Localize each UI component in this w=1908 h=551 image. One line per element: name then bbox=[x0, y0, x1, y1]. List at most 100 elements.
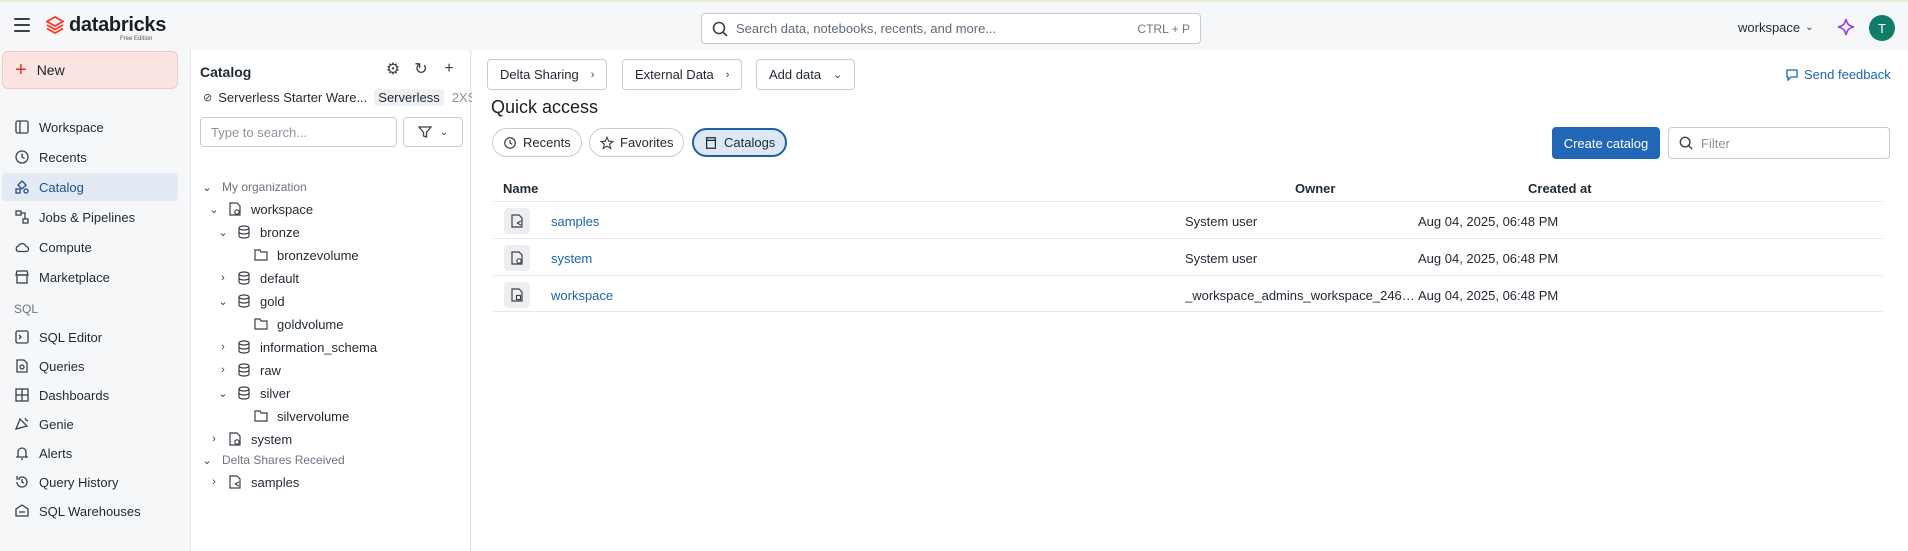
warehouse-type-badge: Serverless bbox=[374, 89, 444, 106]
schema-icon bbox=[238, 363, 250, 377]
sidebar-item-queries[interactable]: Queries bbox=[2, 352, 178, 380]
sidebar-item-marketplace[interactable]: Marketplace bbox=[2, 263, 178, 291]
catalog-name-link[interactable]: system bbox=[551, 251, 592, 266]
search-icon bbox=[712, 21, 728, 37]
schema-icon bbox=[238, 340, 250, 354]
warehouse-icon bbox=[15, 504, 29, 517]
catalog-name-link[interactable]: workspace bbox=[551, 288, 613, 303]
new-button[interactable]: + New bbox=[2, 51, 178, 89]
chevron-right-icon: › bbox=[590, 68, 595, 81]
tab-catalogs[interactable]: Catalogs bbox=[692, 128, 788, 157]
sidebar-item-query-history[interactable]: Query History bbox=[2, 468, 178, 496]
add-icon[interactable]: + bbox=[440, 60, 458, 78]
catalog-icon bbox=[229, 202, 241, 216]
chevron-down-icon: ⌄ bbox=[202, 181, 212, 194]
button-label: Add data bbox=[769, 67, 822, 82]
tree-item-workspace[interactable]: ⌄ workspace bbox=[207, 197, 313, 221]
tree-item-gold[interactable]: ⌄ gold bbox=[216, 289, 284, 313]
tree-label: bronze bbox=[260, 224, 300, 240]
page-title: Quick access bbox=[491, 97, 599, 117]
tab-favorites[interactable]: Favorites bbox=[589, 128, 685, 157]
sidebar-item-sql-warehouses[interactable]: SQL Warehouses bbox=[2, 497, 178, 525]
table-row[interactable]: samples System user Aug 04, 2025, 06:48 … bbox=[493, 201, 1883, 238]
tree-item-default[interactable]: › default bbox=[216, 266, 299, 290]
tree-item-bronze[interactable]: ⌄ bronze bbox=[216, 220, 300, 244]
databricks-logo[interactable]: databricks bbox=[46, 14, 166, 36]
refresh-icon[interactable]: ↻ bbox=[412, 60, 430, 78]
logo-text: databricks bbox=[69, 14, 167, 36]
bell-icon bbox=[15, 447, 29, 460]
tree-item-goldvolume[interactable]: goldvolume bbox=[247, 312, 344, 336]
sidebar-item-label: Dashboards bbox=[39, 387, 110, 403]
sidebar-item-jobs-pipelines[interactable]: Jobs & Pipelines bbox=[2, 203, 178, 231]
menu-icon[interactable] bbox=[14, 18, 30, 32]
tree-label: goldvolume bbox=[277, 316, 344, 332]
column-header-name[interactable]: Name bbox=[503, 181, 538, 196]
sidebar-item-label: Queries bbox=[39, 358, 85, 374]
sidebar-section-sql: SQL bbox=[14, 302, 39, 316]
filter-icon bbox=[417, 126, 432, 138]
delta-sharing-button[interactable]: Delta Sharing › bbox=[487, 59, 608, 90]
filter-input[interactable]: Filter bbox=[1668, 127, 1890, 159]
global-search-input[interactable]: Search data, notebooks, recents, and mor… bbox=[701, 13, 1201, 44]
sidebar-item-sql-editor[interactable]: SQL Editor bbox=[2, 323, 178, 351]
settings-icon[interactable]: ⚙ bbox=[384, 60, 402, 78]
sql-editor-icon bbox=[15, 330, 29, 344]
sidebar-item-recents[interactable]: Recents bbox=[2, 143, 178, 171]
catalog-name-link[interactable]: samples bbox=[551, 214, 599, 229]
sidebar-item-genie[interactable]: Genie bbox=[2, 410, 178, 438]
sidebar-item-compute[interactable]: Compute bbox=[2, 233, 178, 261]
tree-label: My organization bbox=[222, 180, 307, 194]
schema-icon bbox=[238, 386, 250, 400]
tree-label: workspace bbox=[251, 201, 314, 217]
tree-item-bronzevolume[interactable]: bronzevolume bbox=[247, 243, 359, 267]
chevron-right-icon: › bbox=[212, 433, 216, 445]
avatar[interactable]: T bbox=[1869, 15, 1895, 41]
tree-group-my-organization[interactable]: ⌄ My organization bbox=[200, 175, 307, 199]
search-icon bbox=[1679, 136, 1693, 150]
tree-label: information_schema bbox=[260, 339, 378, 355]
feedback-label: Send feedback bbox=[1804, 67, 1891, 82]
chevron-down-icon: ⌄ bbox=[439, 126, 449, 138]
table-header: Name Owner Created at bbox=[503, 177, 1883, 201]
send-feedback-link[interactable]: Send feedback bbox=[1785, 67, 1891, 82]
sidebar-item-catalog[interactable]: Catalog bbox=[2, 173, 178, 201]
table-row[interactable]: workspace _workspace_admins_workspace_24… bbox=[493, 275, 1883, 312]
table-row[interactable]: system System user Aug 04, 2025, 06:48 P… bbox=[493, 238, 1883, 275]
tree-item-samples[interactable]: › samples bbox=[207, 470, 299, 494]
chevron-down-icon: ⌄ bbox=[218, 295, 228, 308]
warehouse-selector[interactable]: ⊘ Serverless Starter Ware... Serverless … bbox=[203, 89, 476, 106]
add-data-button[interactable]: Add data ⌄ bbox=[756, 59, 856, 90]
tree-item-information-schema[interactable]: › information_schema bbox=[216, 335, 377, 359]
chevron-right-icon: › bbox=[212, 476, 216, 488]
tree-item-silvervolume[interactable]: silvervolume bbox=[247, 404, 349, 428]
tree-label: default bbox=[260, 270, 300, 286]
tab-recents[interactable]: Recents bbox=[492, 128, 582, 157]
tree-item-silver[interactable]: ⌄ silver bbox=[216, 381, 290, 405]
tree-search-input[interactable]: Type to search... bbox=[200, 117, 397, 147]
tree-item-raw[interactable]: › raw bbox=[216, 358, 281, 382]
volume-icon bbox=[254, 249, 268, 261]
create-catalog-button[interactable]: Create catalog bbox=[1552, 127, 1660, 159]
tab-label: Catalogs bbox=[724, 135, 776, 150]
assistant-sparkle-icon[interactable] bbox=[1837, 18, 1855, 36]
tree-filter-button[interactable]: ⌄ bbox=[403, 117, 463, 147]
workspace-switcher[interactable]: workspace ⌄ bbox=[1738, 20, 1814, 35]
catalog-icon bbox=[229, 432, 241, 446]
sidebar-item-label: Alerts bbox=[39, 445, 73, 461]
column-header-owner[interactable]: Owner bbox=[1295, 181, 1335, 196]
chevron-down-icon: ⌄ bbox=[209, 203, 219, 216]
tree-label: Delta Shares Received bbox=[222, 453, 345, 467]
sidebar-item-label: Jobs & Pipelines bbox=[39, 209, 136, 225]
catalog-icon bbox=[15, 180, 29, 194]
sidebar-item-dashboards[interactable]: Dashboards bbox=[2, 381, 178, 409]
sidebar-item-workspace[interactable]: Workspace bbox=[2, 113, 178, 141]
external-data-button[interactable]: External Data › bbox=[622, 59, 743, 90]
workspace-catalog-icon bbox=[504, 282, 530, 308]
column-header-created[interactable]: Created at bbox=[1528, 181, 1592, 196]
sidebar-item-alerts[interactable]: Alerts bbox=[2, 439, 178, 467]
tree-group-delta-shares[interactable]: ⌄ Delta Shares Received bbox=[200, 448, 345, 472]
search-placeholder: Search data, notebooks, recents, and mor… bbox=[736, 21, 997, 36]
top-bar: databricks Free Edition Search data, not… bbox=[0, 0, 1908, 50]
workspace-label: workspace bbox=[1738, 20, 1801, 35]
